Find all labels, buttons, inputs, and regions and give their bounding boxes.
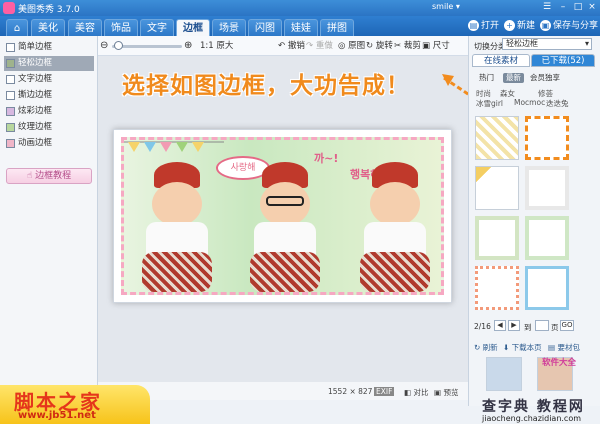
undo-button[interactable]: ↶ 撤销 xyxy=(278,40,305,52)
new-button[interactable]: + 新建 xyxy=(504,19,535,34)
refresh-button[interactable]: ↻ 刷新 xyxy=(474,342,498,354)
tag-mocmoc[interactable]: Mocmoc xyxy=(514,98,545,107)
tab-scene[interactable]: 场景 xyxy=(212,19,246,36)
tab-doll[interactable]: 娃娃 xyxy=(284,19,318,36)
frame-thumbnail[interactable] xyxy=(525,166,569,210)
prev-page-icon[interactable]: ◀ xyxy=(494,320,506,331)
tab-flash[interactable]: 闪图 xyxy=(248,19,282,36)
category-easy[interactable]: 轻松边框 xyxy=(4,56,94,71)
frame-thumbnail-selected[interactable] xyxy=(525,116,569,160)
menu-bar: ⌂ 美化 美容 饰品 文字 边框 场景 闪图 娃娃 拼图 ▤ 打开 + 新建 ▣ 保存… xyxy=(0,16,600,36)
original-button[interactable]: ◎ 原图 xyxy=(338,40,365,52)
frame-thumbnail[interactable] xyxy=(525,216,569,260)
frame-thumbnail[interactable] xyxy=(525,266,569,310)
open-button[interactable]: ▤ 打开 xyxy=(468,19,499,34)
watermark-tag: 软件大全 xyxy=(542,358,577,368)
download-page-button[interactable]: ⬇ 下载本页 xyxy=(503,342,542,354)
preview-button[interactable]: ▣ 预览 xyxy=(434,387,458,398)
tab-frame[interactable]: 边框 xyxy=(176,19,210,36)
tab-accessory[interactable]: 饰品 xyxy=(104,19,138,36)
zoom-in-icon[interactable]: ⊕ xyxy=(184,40,192,52)
goto-label: 到 xyxy=(524,323,532,332)
tab-downloaded[interactable]: 已下载(52) xyxy=(531,54,595,67)
close-icon[interactable]: × xyxy=(585,1,599,14)
category-colorful[interactable]: 炫彩边框 xyxy=(4,104,94,119)
maximize-icon[interactable]: □ xyxy=(571,1,585,14)
status-bar: 1552 × 827 EXIF ◧ 对比 ▣ 预览 xyxy=(98,382,468,400)
home-tab[interactable]: ⌂ xyxy=(6,19,28,36)
category-texture[interactable]: 纹理边框 xyxy=(4,120,94,135)
skin-icon[interactable]: ☰ xyxy=(540,1,554,14)
title-bar: 美图秀秀 3.7.0 smile ▾ ☰ – □ × xyxy=(0,0,600,16)
zoom-slider-handle[interactable] xyxy=(114,41,123,50)
frame-thumbnail[interactable] xyxy=(475,216,519,260)
baby-figure xyxy=(240,156,330,292)
watermark-url: jiaocheng.chazidian.com xyxy=(482,414,582,423)
frame-thumbnail[interactable] xyxy=(475,116,519,160)
frame-tutorial-button[interactable]: ☝ 边框教程 xyxy=(6,168,92,184)
site-watermark-left: 脚本之家 www.jb51.net xyxy=(0,385,150,424)
app-title: 美图秀秀 3.7.0 xyxy=(18,5,80,15)
filter-newest[interactable]: 最新 xyxy=(503,73,524,83)
instruction-headline: 选择如图边框，大功告成！ xyxy=(122,73,410,99)
watermark-url: www.jb51.net xyxy=(18,410,96,421)
image-dimensions: 1552 × 827 xyxy=(328,387,373,396)
text-frame-icon xyxy=(6,75,15,84)
redo-button[interactable]: ↷ 重做 xyxy=(306,40,333,52)
hand-icon: ☝ xyxy=(26,171,36,181)
tag-icegirl[interactable]: 冰雪girl xyxy=(476,98,503,109)
bunting-decoration xyxy=(124,141,224,152)
site-watermark-right: 软件大全 查字典 教程网 jiaocheng.chazidian.com xyxy=(482,356,600,424)
tab-online-material[interactable]: 在线素材 xyxy=(472,54,530,67)
exif-button[interactable]: EXIF xyxy=(374,387,395,396)
category-text[interactable]: 文字边框 xyxy=(4,72,94,87)
user-menu[interactable]: smile ▾ xyxy=(432,2,460,11)
photo-image: 사랑해 까~! 행복해 xyxy=(121,137,444,295)
plus-icon: + xyxy=(504,20,515,31)
frame-thumbnail[interactable] xyxy=(475,166,519,210)
filter-hot[interactable]: 热门 xyxy=(476,73,497,83)
category-simple[interactable]: 简单边框 xyxy=(4,40,94,55)
crop-button[interactable]: ✂ 裁剪 xyxy=(394,40,421,52)
app-logo-icon xyxy=(3,2,15,14)
compare-button[interactable]: ◧ 对比 xyxy=(404,387,428,398)
texture-frame-icon xyxy=(6,123,15,132)
zoom-out-icon[interactable]: ⊖ xyxy=(100,40,108,52)
checkbox-icon xyxy=(6,43,15,52)
baby-figure xyxy=(350,156,440,292)
next-page-icon[interactable]: ▶ xyxy=(508,320,520,331)
page-input[interactable] xyxy=(535,320,549,331)
tag-rabbit[interactable]: 迭迭兔 xyxy=(546,98,569,109)
page-indicator: 2/16 xyxy=(474,322,491,331)
minimize-icon[interactable]: – xyxy=(556,1,570,14)
tab-beautify[interactable]: 美化 xyxy=(31,19,65,36)
tab-collage[interactable]: 拼图 xyxy=(320,19,354,36)
colorful-frame-icon xyxy=(6,107,15,116)
save-icon: ▣ xyxy=(540,20,551,31)
filter-vip[interactable]: 会员独享 xyxy=(527,73,563,83)
category-torn[interactable]: 撕边边框 xyxy=(4,88,94,103)
category-animated[interactable]: 动画边框 xyxy=(4,136,94,151)
home-icon: ⌂ xyxy=(13,23,21,34)
animated-frame-icon xyxy=(6,139,15,148)
material-pack-button[interactable]: ▤ 要材包 xyxy=(548,342,580,354)
go-button[interactable]: GO xyxy=(560,320,574,331)
frame-thumbnail[interactable] xyxy=(475,266,519,310)
save-share-button[interactable]: ▣ 保存与分享 xyxy=(540,19,598,34)
frame-category-panel: 简单边框 轻松边框 文字边框 撕边边框 炫彩边框 纹理边框 动画边框 xyxy=(0,36,98,386)
tab-text[interactable]: 文字 xyxy=(140,19,174,36)
actual-size-button[interactable]: 1:1 原大 xyxy=(200,40,233,52)
folder-icon: ▤ xyxy=(468,20,479,31)
category-select[interactable]: 轻松边框 xyxy=(502,38,592,50)
torn-frame-icon xyxy=(6,91,15,100)
frame-icon xyxy=(6,59,15,68)
baby-figure xyxy=(132,156,222,292)
rotate-button[interactable]: ↻ 旋转 xyxy=(366,40,393,52)
page-unit-label: 页 xyxy=(551,323,559,332)
resize-button[interactable]: ▣ 尺寸 xyxy=(422,40,450,52)
tab-beauty[interactable]: 美容 xyxy=(68,19,102,36)
watermark-title: 查字典 教程网 xyxy=(482,399,585,415)
